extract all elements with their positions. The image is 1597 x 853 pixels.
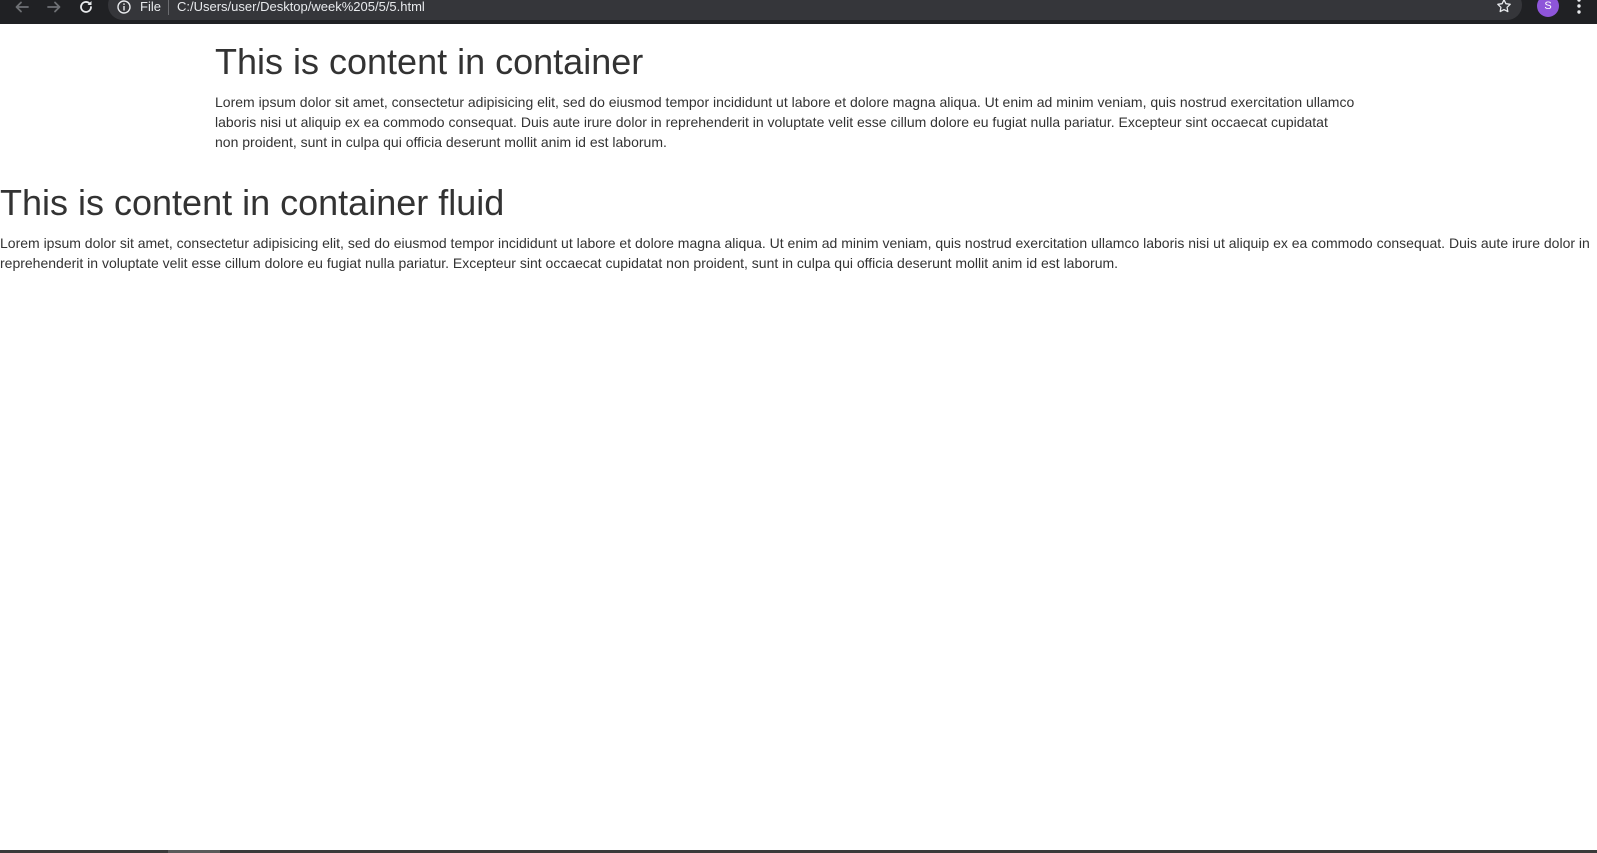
arrow-left-icon: [15, 1, 29, 13]
container-fluid-section: This is content in container fluid Lorem…: [0, 183, 1597, 273]
scheme-label: File: [140, 0, 161, 14]
container-heading: This is content in container: [215, 41, 644, 82]
omnibox-divider: [168, 0, 169, 15]
star-icon[interactable]: [1496, 0, 1512, 14]
url-text[interactable]: C:/Users/user/Desktop/week%205/5/5.html: [177, 0, 425, 15]
reload-button[interactable]: [74, 0, 98, 18]
browser-toolbar: File C:/Users/user/Desktop/week%205/5/5.…: [0, 0, 1597, 24]
forward-button[interactable]: [42, 0, 66, 18]
reload-icon: [80, 1, 92, 13]
arrow-right-icon: [47, 1, 61, 13]
container-section: This is content in container Lorem ipsum…: [215, 24, 1355, 152]
back-button[interactable]: [10, 0, 34, 18]
container-fluid-heading: This is content in container fluid: [0, 182, 505, 223]
profile-avatar[interactable]: S: [1537, 0, 1559, 17]
kebab-menu-icon[interactable]: [1570, 0, 1588, 16]
page-viewport: This is content in container Lorem ipsum…: [0, 24, 1597, 853]
profile-initial: S: [1544, 0, 1552, 12]
address-bar[interactable]: File C:/Users/user/Desktop/week%205/5/5.…: [108, 0, 1522, 20]
container-paragraph: Lorem ipsum dolor sit amet, consectetur …: [215, 94, 1355, 150]
container-fluid-paragraph: Lorem ipsum dolor sit amet, consectetur …: [0, 235, 1590, 271]
info-icon[interactable]: [117, 0, 131, 14]
